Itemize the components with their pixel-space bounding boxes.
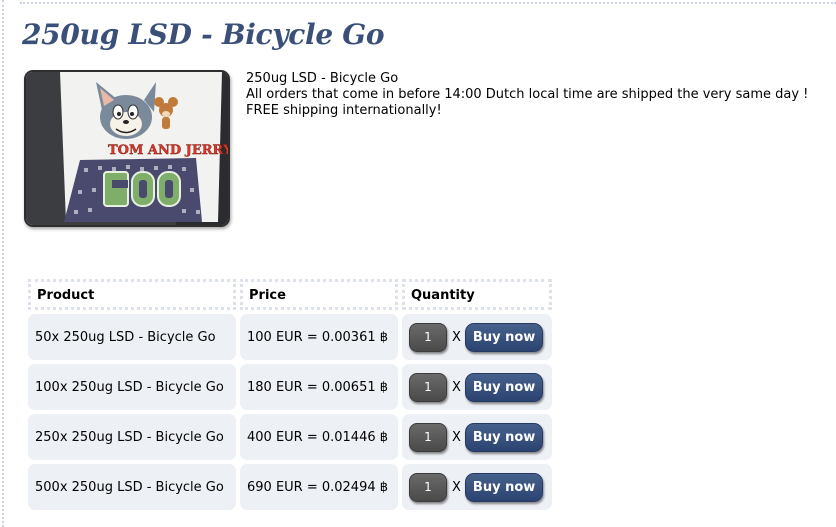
table-row: 250x 250ug LSD - Bicycle Go 400 EUR = 0.… (28, 414, 552, 460)
row-price: 690 EUR = 0.02494 ฿ (240, 464, 398, 510)
row-product: 100x 250ug LSD - Bicycle Go (28, 364, 236, 410)
times-sign: X (452, 429, 461, 445)
page-frame-top-border (20, 2, 836, 4)
quantity-input[interactable]: 1 (409, 372, 447, 402)
row-price: 180 EUR = 0.00651 ฿ (240, 364, 398, 410)
buy-now-button[interactable]: Buy now (464, 472, 544, 502)
times-sign: X (452, 329, 461, 345)
row-product: 250x 250ug LSD - Bicycle Go (28, 414, 236, 460)
description-line-2: All orders that come in before 14:00 Dut… (246, 87, 809, 102)
page-title: 250ug LSD - Bicycle Go (22, 18, 385, 51)
header-price: Price (240, 279, 398, 310)
row-quantity-cell: 1 X Buy now (402, 314, 552, 360)
logo-text: TOM AND JERRY (108, 143, 228, 158)
description-line-1: 250ug LSD - Bicycle Go (246, 71, 399, 86)
row-quantity-cell: 1 X Buy now (402, 364, 552, 410)
quantity-input[interactable]: 1 (409, 422, 447, 452)
quantity-input[interactable]: 1 (409, 322, 447, 352)
table-row: 500x 250ug LSD - Bicycle Go 690 EUR = 0.… (28, 464, 552, 510)
product-photo: TOM AND JERRY (26, 72, 228, 225)
header-product: Product (28, 279, 236, 310)
header-quantity: Quantity (402, 279, 552, 310)
row-quantity-cell: 1 X Buy now (402, 464, 552, 510)
row-product: 500x 250ug LSD - Bicycle Go (28, 464, 236, 510)
quantity-input[interactable]: 1 (409, 472, 447, 502)
product-description: 250ug LSD - Bicycle Go All orders that c… (246, 71, 808, 119)
row-price: 400 EUR = 0.01446 ฿ (240, 414, 398, 460)
times-sign: X (452, 379, 461, 395)
buy-now-button[interactable]: Buy now (464, 322, 544, 352)
table-row: 100x 250ug LSD - Bicycle Go 180 EUR = 0.… (28, 364, 552, 410)
row-product: 50x 250ug LSD - Bicycle Go (28, 314, 236, 360)
description-line-3: FREE shipping internationally! (246, 103, 442, 118)
times-sign: X (452, 479, 461, 495)
page-frame-left-border (2, 0, 4, 527)
price-table: Product Price Quantity 50x 250ug LSD - B… (24, 275, 556, 514)
product-image: TOM AND JERRY (24, 70, 230, 227)
row-price: 100 EUR = 0.00361 ฿ (240, 314, 398, 360)
buy-now-button[interactable]: Buy now (464, 422, 544, 452)
table-header-row: Product Price Quantity (28, 279, 552, 310)
table-row: 50x 250ug LSD - Bicycle Go 100 EUR = 0.0… (28, 314, 552, 360)
buy-now-button[interactable]: Buy now (464, 372, 544, 402)
row-quantity-cell: 1 X Buy now (402, 414, 552, 460)
